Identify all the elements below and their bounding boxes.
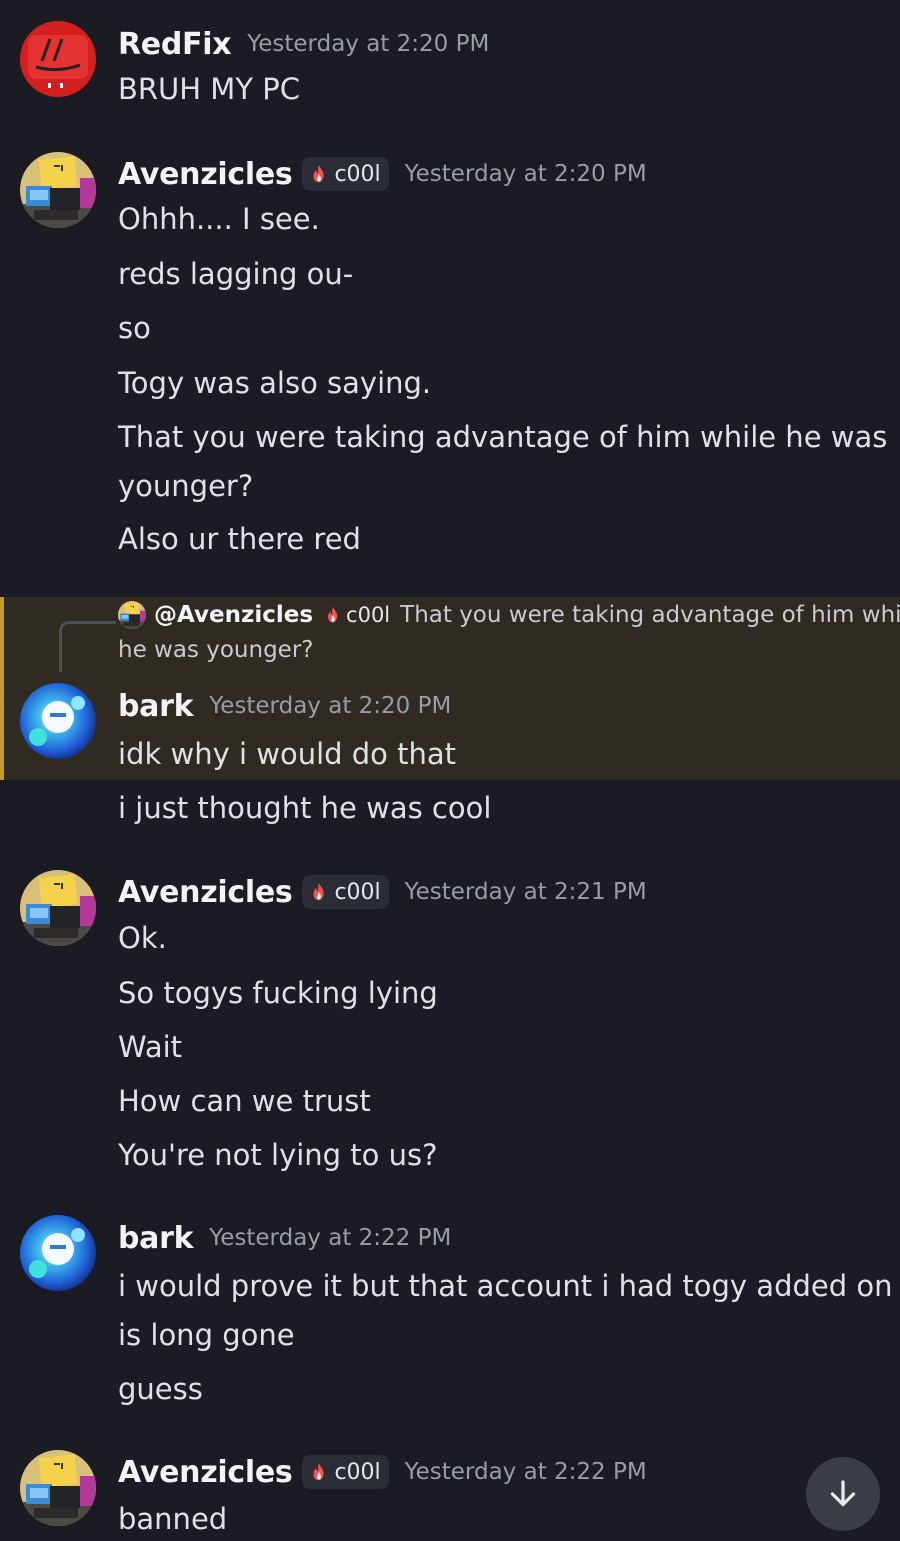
reply-role-tag: c00l [323,603,390,627]
message-group: Avenzicles c00l Yesterday at 2:20 PM Ohh… [0,130,900,590]
timestamp: Yesterday at 2:22 PM [209,1225,452,1251]
username[interactable]: Avenzicles [118,875,293,910]
message-group: Avenzicles c00l Yesterday at 2:22 PM ban… [0,1430,900,1541]
role-tag[interactable]: c00l [302,1455,389,1489]
message-text[interactable]: banned [118,1494,878,1541]
message-header: bark Yesterday at 2:20 PM [118,686,451,726]
timestamp: Yesterday at 2:22 PM [404,1459,647,1485]
reply-avatar [118,601,146,629]
avenzicles-avatar[interactable] [20,152,96,228]
message-text[interactable]: How can we trust [118,1076,878,1126]
jump-to-present-button[interactable] [806,1457,880,1531]
chat-log: RedFix Yesterday at 2:20 PM BRUH MY PC A… [0,0,900,1541]
message-text[interactable]: Togy was also saying. [118,358,878,408]
reply-preview[interactable]: @Avenzicles c00l That you were taking ad… [118,601,900,629]
message-text[interactable]: is long gone [118,1310,878,1360]
message-header: Avenzicles c00l Yesterday at 2:22 PM [118,1452,647,1492]
message-group: RedFix Yesterday at 2:20 PM BRUH MY PC [0,0,900,130]
message-text[interactable]: idk why i would do that [118,729,878,779]
message-body: bark Yesterday at 2:20 PM idk why i woul… [0,680,900,840]
message-header: RedFix Yesterday at 2:20 PM [118,22,489,66]
username[interactable]: RedFix [118,27,232,62]
username[interactable]: bark [118,689,194,724]
reply-tag-label: c00l [346,603,391,627]
timestamp: Yesterday at 2:21 PM [404,879,647,905]
message-text[interactable]: younger? [118,461,878,511]
tag-label: c00l [334,161,381,187]
bark-avatar[interactable] [20,1215,96,1291]
message-text[interactable]: That you were taking advantage of him wh… [118,412,887,462]
message-text[interactable]: reds lagging ou- [118,249,878,299]
timestamp: Yesterday at 2:20 PM [247,31,490,57]
role-tag[interactable]: c00l [302,875,389,909]
avenzicles-avatar[interactable] [20,1450,96,1526]
reply-text-continued: he was younger? [118,637,314,663]
message-text[interactable]: So togys fucking lying [118,968,878,1018]
arrow-down-icon [830,1480,856,1507]
message-header: bark Yesterday at 2:22 PM [118,1218,451,1258]
fire-icon [308,1461,330,1483]
fire-icon [308,163,330,185]
message-text[interactable]: Ohhh.... I see. [118,194,878,244]
fire-icon [308,881,330,903]
avenzicles-avatar[interactable] [20,870,96,946]
username[interactable]: Avenzicles [118,1455,293,1490]
message-group: Avenzicles c00l Yesterday at 2:21 PM Ok.… [0,850,900,1190]
message-text[interactable]: guess [118,1364,878,1414]
message-header: Avenzicles c00l Yesterday at 2:21 PM [118,872,647,912]
message-text[interactable]: so [118,303,878,353]
message-header: Avenzicles c00l Yesterday at 2:20 PM [118,154,647,194]
fire-icon [323,605,343,625]
reply-text: That you were taking advantage of him wh… [400,602,900,628]
tag-label: c00l [334,1459,381,1485]
timestamp: Yesterday at 2:20 PM [209,693,452,719]
message-text[interactable]: i just thought he was cool [118,783,878,833]
message-text[interactable]: BRUH MY PC [118,64,878,114]
username[interactable]: bark [118,1221,194,1256]
reply-connector [59,621,116,672]
username[interactable]: Avenzicles [118,157,293,192]
timestamp: Yesterday at 2:20 PM [404,161,647,187]
redfix-avatar[interactable] [20,21,96,97]
bark-avatar[interactable] [20,683,96,759]
message-text[interactable]: i would prove it but that account i had … [118,1261,892,1311]
message-text[interactable]: Ok. [118,913,878,963]
message-group: bark Yesterday at 2:22 PM i would prove … [0,1196,900,1436]
message-text[interactable]: Also ur there red [118,514,878,564]
reply-mention[interactable]: @Avenzicles [154,602,313,628]
role-tag[interactable]: c00l [302,157,389,191]
tag-label: c00l [334,879,381,905]
message-text[interactable]: You're not lying to us? [118,1130,878,1180]
message-text[interactable]: Wait [118,1022,878,1072]
